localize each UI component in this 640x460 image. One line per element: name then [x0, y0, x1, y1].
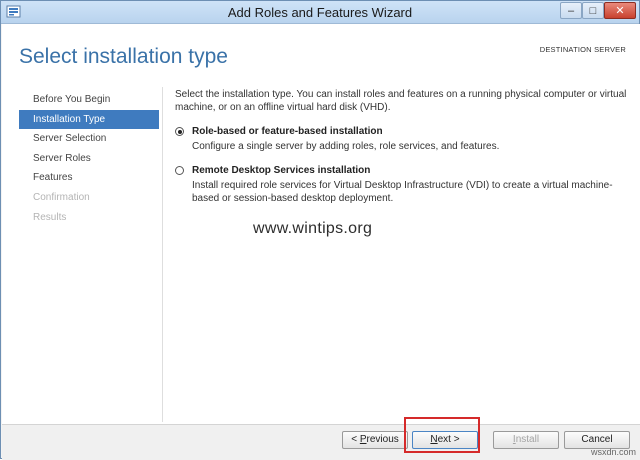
- nav-item-server-selection[interactable]: Server Selection: [19, 129, 159, 149]
- corner-watermark: wsxdn.com: [590, 447, 636, 457]
- nav-item-installation-type[interactable]: Installation Type: [19, 109, 159, 130]
- nav-item-confirmation: Confirmation: [33, 191, 90, 203]
- installation-type-description: Select the installation type. You can in…: [175, 89, 627, 113]
- maximize-button[interactable]: □: [582, 2, 604, 19]
- maximize-icon: □: [589, 4, 597, 17]
- nav-divider: [162, 87, 163, 422]
- role-based-radio[interactable]: [175, 127, 184, 136]
- install-button: Install: [493, 431, 559, 449]
- minimize-icon: –: [567, 4, 575, 17]
- window-title: Add Roles and Features Wizard: [227, 5, 413, 20]
- role-based-label[interactable]: Role-based or feature-based installation: [192, 126, 383, 137]
- destination-server-label: DESTINATION SERVER: [539, 45, 626, 54]
- previous-rest: revious: [366, 434, 399, 445]
- remote-desktop-label[interactable]: Remote Desktop Services installation: [192, 165, 370, 176]
- previous-accel: P: [359, 434, 367, 445]
- nav-item-server-roles[interactable]: Server Roles: [19, 149, 159, 169]
- previous-button[interactable]: < Previous: [342, 431, 408, 449]
- nav-item-features[interactable]: Features: [19, 168, 159, 188]
- previous-prefix: <: [351, 434, 360, 445]
- wizard-window: Add Roles and Features Wizard – □ ✕ Sele…: [0, 0, 640, 460]
- next-button-highlight: [404, 417, 480, 453]
- remote-desktop-radio[interactable]: [175, 166, 184, 175]
- role-based-description: Configure a single server by adding role…: [192, 141, 500, 152]
- remote-desktop-description: Install required role services for Virtu…: [192, 180, 613, 204]
- minimize-button[interactable]: –: [560, 2, 582, 19]
- wizard-content: Select installation type DESTINATION SER…: [2, 24, 640, 424]
- close-button[interactable]: ✕: [604, 2, 636, 19]
- wizard-nav: Before You Begin Installation Type Serve…: [19, 90, 159, 227]
- install-rest: nstall: [515, 434, 540, 445]
- nav-item-before-you-begin[interactable]: Before You Begin: [19, 90, 159, 110]
- nav-item-results: Results: [33, 211, 67, 223]
- title-bar[interactable]: Add Roles and Features Wizard – □ ✕: [1, 1, 639, 24]
- page-title: Select installation type: [19, 45, 228, 68]
- wizard-footer: < Previous Next > Install Cancel: [2, 424, 640, 460]
- watermark-text: www.wintips.org: [253, 220, 373, 237]
- close-icon: ✕: [615, 5, 625, 17]
